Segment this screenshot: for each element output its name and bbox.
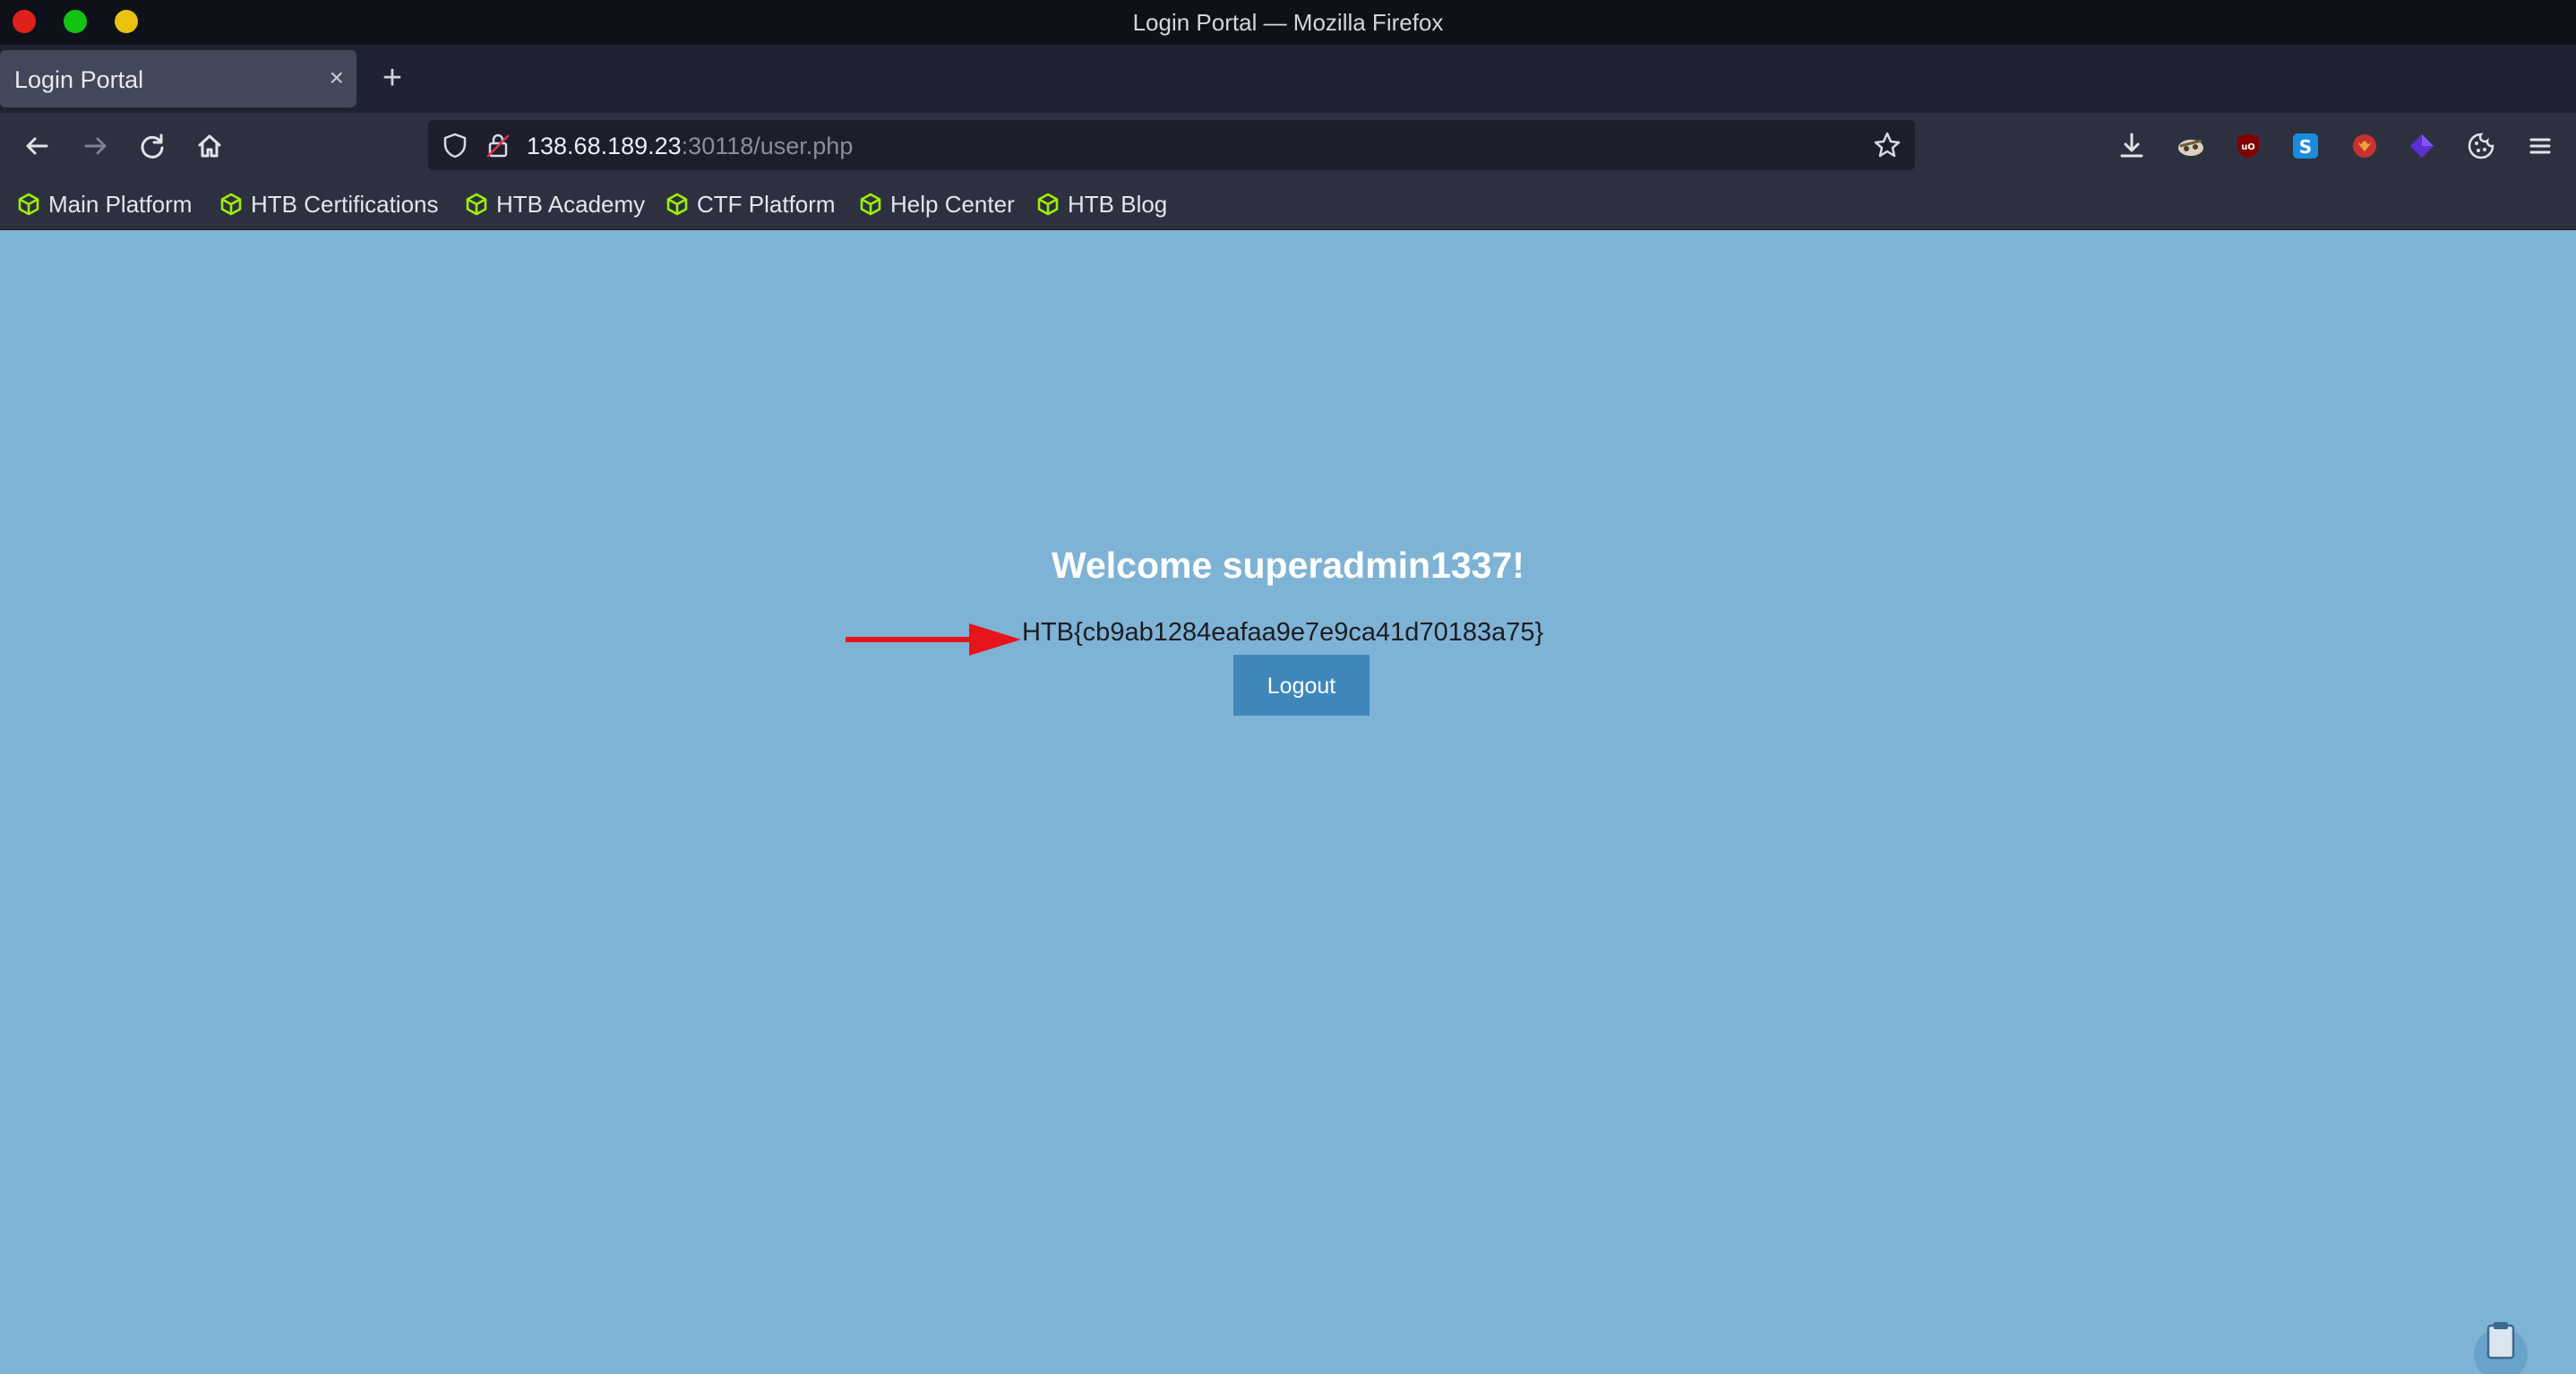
bookmark-help-center[interactable]: Help Center — [858, 188, 1015, 220]
bookmark-label: HTB Blog — [1068, 190, 1168, 218]
close-tab-icon[interactable]: × — [330, 64, 344, 91]
clipboard-icon[interactable] — [2474, 1315, 2528, 1374]
tab-strip: Login Portal × + — [0, 45, 2576, 113]
fox-extension-icon[interactable] — [2348, 130, 2381, 162]
red-arrow-annotation — [846, 623, 1021, 656]
tracking-protection-shield-icon[interactable] — [441, 131, 469, 159]
bookmark-label: Help Center — [890, 190, 1015, 218]
window-title: Login Portal — Mozilla Firefox — [1132, 9, 1444, 36]
home-icon — [198, 134, 221, 158]
cookie-icon[interactable] — [2465, 130, 2497, 162]
welcome-heading: Welcome superadmin1337! — [1052, 545, 1524, 586]
flag-text: HTB{cb9ab1284eafaa9e7e9ca41d70183a75} — [1022, 618, 1544, 647]
bookmark-label: Main Platform — [48, 190, 193, 218]
menu-icon[interactable] — [2524, 130, 2556, 162]
bookmark-label: HTB Academy — [496, 190, 646, 218]
browser-window: Login Portal — Mozilla Firefox Login Por… — [0, 0, 2576, 1374]
tab-label: Login Portal — [14, 66, 144, 93]
svg-text:S: S — [2299, 136, 2312, 158]
htb-cube-icon — [220, 193, 242, 216]
download-icon[interactable] — [2116, 130, 2148, 162]
ublock-icon[interactable]: uO — [2232, 130, 2264, 162]
back-button[interactable] — [20, 128, 56, 164]
bookmark-htb-certifications[interactable]: HTB Certifications — [219, 188, 439, 220]
htb-cube-icon — [18, 193, 39, 216]
home-button[interactable] — [192, 128, 228, 164]
bookmark-label: CTF Platform — [697, 190, 836, 218]
insecure-lock-icon[interactable] — [484, 131, 512, 159]
htb-cube-icon — [860, 193, 881, 216]
url-text[interactable]: 138.68.189.23:30118/user.php — [527, 133, 853, 160]
url-bar[interactable]: 138.68.189.23:30118/user.php — [428, 120, 1915, 170]
bookmarks-bar: Main Platform HTB Certifications HTB Aca… — [0, 179, 2576, 230]
bookmark-ctf-platform[interactable]: CTF Platform — [665, 188, 836, 220]
svg-text:uO: uO — [2241, 142, 2255, 152]
reload-icon — [141, 133, 164, 159]
url-path: :30118/user.php — [681, 133, 854, 159]
back-arrow-icon — [26, 137, 48, 155]
s-extension-icon[interactable]: S — [2289, 130, 2322, 162]
logout-button[interactable]: Logout — [1233, 655, 1370, 716]
forward-arrow-icon — [84, 137, 107, 155]
bookmark-main-platform[interactable]: Main Platform — [16, 188, 192, 220]
bookmark-star-icon[interactable] — [1872, 130, 1902, 160]
reload-button[interactable] — [134, 128, 170, 164]
new-tab-button[interactable]: + — [376, 61, 408, 95]
htb-cube-icon — [466, 193, 487, 216]
htb-cube-icon — [1037, 193, 1059, 216]
title-bar: Login Portal — Mozilla Firefox — [0, 0, 2576, 45]
tab-login-portal[interactable]: Login Portal × — [0, 50, 356, 107]
bookmark-label: HTB Certifications — [251, 190, 439, 218]
bookmark-htb-academy[interactable]: HTB Academy — [464, 188, 645, 220]
forward-button[interactable] — [77, 128, 113, 164]
htb-cube-icon — [666, 193, 688, 216]
bookmark-htb-blog[interactable]: HTB Blog — [1035, 188, 1167, 220]
url-host: 138.68.189.23 — [527, 133, 682, 159]
tracker-extension-icon[interactable] — [2175, 130, 2207, 162]
purple-gem-extension-icon[interactable] — [2406, 130, 2438, 162]
